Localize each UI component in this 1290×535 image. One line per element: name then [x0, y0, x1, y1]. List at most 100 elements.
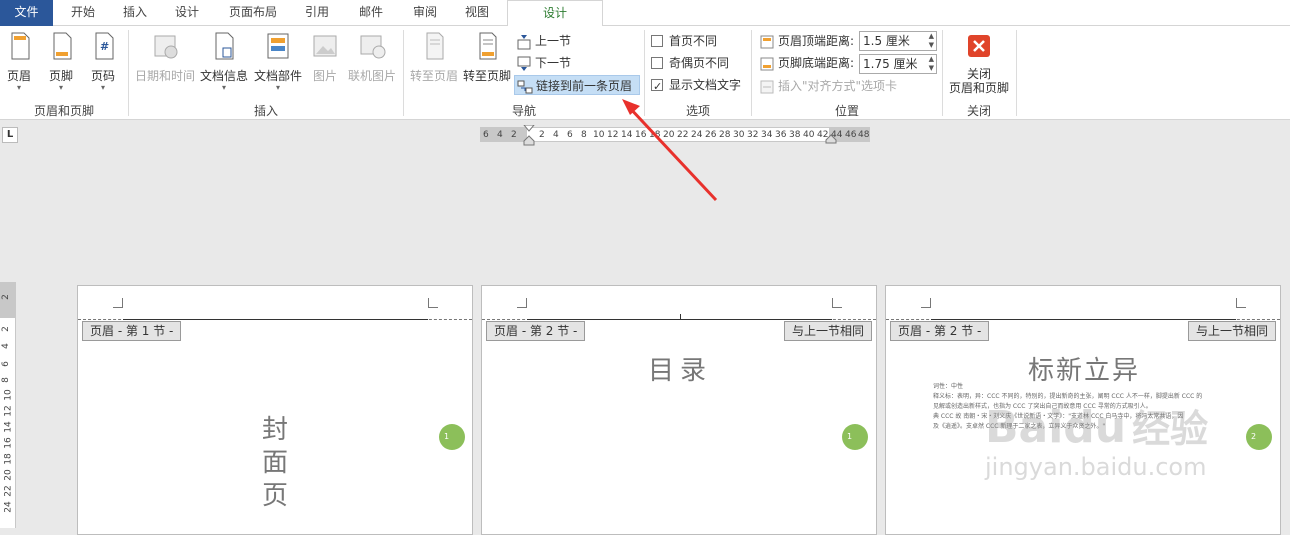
- insert-alignment-tab-button[interactable]: 插入"对齐方式"选项卡: [759, 76, 897, 96]
- ruler-number: 4: [553, 130, 559, 140]
- group-label-insert: 插入: [253, 104, 278, 118]
- group-label-options: 选项: [685, 104, 710, 118]
- doc-info-button[interactable]: 文档信息 ▾: [198, 30, 250, 92]
- ruler-number: 28: [719, 130, 731, 140]
- picture-button[interactable]: 图片: [306, 30, 344, 84]
- ruler-number: 2: [0, 294, 11, 300]
- next-section-button[interactable]: 下一节: [516, 53, 571, 73]
- tab-header-footer-design[interactable]: 设计: [507, 0, 603, 27]
- footer-bottom-distance-label-wrap: 页脚底端距离:: [759, 53, 854, 73]
- margin-corner-mark: [428, 298, 438, 308]
- tab-insert[interactable]: 插入: [112, 0, 158, 26]
- goto-header-button[interactable]: 转至页眉: [408, 30, 460, 84]
- indent-marker-icon[interactable]: [523, 125, 535, 147]
- header-top-distance-value: 1.5 厘米: [863, 34, 910, 48]
- page-number-circle: 2: [1246, 424, 1272, 450]
- tab-home[interactable]: 开始: [58, 0, 108, 26]
- ruler-number: 48: [858, 130, 870, 140]
- ruler-number: 2: [0, 326, 11, 332]
- page-number-circle: 1: [842, 424, 868, 450]
- margin-corner-mark: [1236, 298, 1246, 308]
- tab-mailings[interactable]: 邮件: [350, 0, 392, 26]
- header-section-tag: 页眉 - 第 1 节 -: [82, 321, 182, 341]
- chevron-down-icon: ▾: [58, 83, 63, 92]
- close-header-footer-button[interactable]: 关闭 页眉和页脚: [946, 30, 1012, 95]
- vertical-ruler[interactable]: 2 2 4 6 8 10 12 14 16 18 20 22 24: [0, 282, 16, 528]
- footer-icon: [53, 32, 72, 60]
- ruler-number: 2: [539, 130, 545, 140]
- tab-design[interactable]: 设计: [164, 0, 210, 26]
- ruler-number: 20: [663, 130, 675, 140]
- show-document-text-checkbox[interactable]: 显示文档文字: [651, 75, 741, 97]
- ruler-number: 40: [803, 130, 815, 140]
- link-icon: [517, 80, 533, 93]
- footer-button[interactable]: 页脚 ▾: [46, 30, 76, 92]
- footer-bottom-distance-input[interactable]: 1.75 厘米 ▲ ▼: [859, 54, 937, 74]
- watermark-cn: 经验: [1132, 407, 1209, 451]
- group-label-position: 位置: [834, 104, 859, 118]
- footer-button-label: 页脚: [48, 69, 73, 83]
- different-odd-even-label: 奇偶页不同: [669, 56, 730, 70]
- document-page[interactable]: 页眉 - 第 1 节 - 封面页 1: [77, 285, 473, 535]
- goto-footer-label: 转至页脚: [462, 69, 511, 83]
- page-number-button-label: 页码: [90, 69, 115, 83]
- header-button[interactable]: 页眉 ▾: [4, 30, 34, 92]
- same-as-previous-tag: 与上一节相同: [1187, 321, 1276, 341]
- ruler-top-margin: [0, 282, 15, 318]
- ruler-number: 24: [691, 130, 703, 140]
- tab-page-layout[interactable]: 页面布局: [222, 0, 284, 26]
- header-area[interactable]: [482, 286, 876, 320]
- previous-section-button[interactable]: 上一节: [516, 31, 571, 51]
- link-to-previous-button[interactable]: 链接到前一条页眉: [514, 75, 640, 95]
- header-area[interactable]: [886, 286, 1280, 320]
- group-label-header-footer: 页眉和页脚: [33, 104, 94, 118]
- quick-parts-button[interactable]: 文档部件 ▾: [252, 30, 304, 92]
- body-line: 词性：中性: [933, 383, 964, 390]
- right-indent-marker-icon[interactable]: [825, 134, 837, 144]
- spinner-arrows-icon[interactable]: ▲ ▼: [929, 32, 934, 50]
- different-first-page-label: 首页不同: [669, 34, 718, 48]
- spinner-arrows-icon[interactable]: ▲ ▼: [929, 55, 934, 73]
- horizontal-ruler[interactable]: 6 4 2 2 4 6 8 10 12 14 16 18 20 22 24 26…: [480, 125, 870, 146]
- chevron-down-icon: ▾: [100, 83, 105, 92]
- doc-info-label: 文档信息: [199, 69, 248, 83]
- header-section-tag: 页眉 - 第 2 节 -: [890, 321, 990, 341]
- different-first-page-checkbox[interactable]: 首页不同: [651, 31, 717, 51]
- date-time-button[interactable]: 日期和时间: [134, 30, 196, 84]
- checkbox-icon: [651, 34, 663, 47]
- header-area[interactable]: [78, 286, 472, 320]
- chevron-down-icon: ▾: [221, 83, 226, 92]
- ruler-number: 36: [775, 130, 787, 140]
- ruler-number: 2: [511, 130, 517, 140]
- document-page[interactable]: 页眉 - 第 2 节 - 与上一节相同 目录 1: [481, 285, 877, 535]
- header-section-tag: 页眉 - 第 2 节 -: [486, 321, 586, 341]
- tab-selector[interactable]: L: [2, 127, 18, 143]
- ruler-number: 46: [845, 130, 857, 140]
- tab-references[interactable]: 引用: [296, 0, 338, 26]
- goto-header-icon: [426, 32, 444, 60]
- date-time-label: 日期和时间: [134, 69, 195, 83]
- tab-file[interactable]: 文件: [0, 0, 53, 26]
- header-top-distance-input[interactable]: 1.5 厘米 ▲ ▼: [859, 31, 937, 51]
- ruler-number: 6: [483, 130, 489, 140]
- doc-info-icon: [215, 32, 234, 60]
- ruler-number: 32: [747, 130, 759, 140]
- ruler-number: 4: [497, 130, 503, 140]
- footer-position-icon: [760, 57, 774, 70]
- online-picture-button[interactable]: 联机图片: [346, 30, 398, 84]
- goto-header-label: 转至页眉: [409, 69, 458, 83]
- page-number-button[interactable]: # 页码 ▾: [88, 30, 118, 92]
- body-line: 释义标：表明，异：CCC 不同的，特别的，提出新奇的主张，阐明 CCC 人不一样…: [933, 393, 1203, 400]
- header-center-tick: [680, 314, 681, 320]
- different-odd-even-checkbox[interactable]: 奇偶页不同: [651, 53, 729, 73]
- ruler-number: 6: [567, 130, 573, 140]
- tab-review[interactable]: 审阅: [404, 0, 446, 26]
- tab-view[interactable]: 视图: [456, 0, 498, 26]
- ribbon: 页眉 ▾ 页脚 ▾ # 页码 ▾ 页眉和页脚 日期和时间 文档信息 ▾ 文档部件: [0, 26, 1290, 120]
- ruler-number: 14: [3, 421, 14, 433]
- close-label-line1: 关闭: [966, 67, 991, 81]
- calendar-icon: [154, 35, 178, 59]
- ribbon-tab-bar: 文件 开始 插入 设计 页面布局 引用 邮件 审阅 视图 设计: [0, 0, 1290, 27]
- goto-footer-button[interactable]: 转至页脚: [461, 30, 513, 84]
- ruler-number: 10: [593, 130, 605, 140]
